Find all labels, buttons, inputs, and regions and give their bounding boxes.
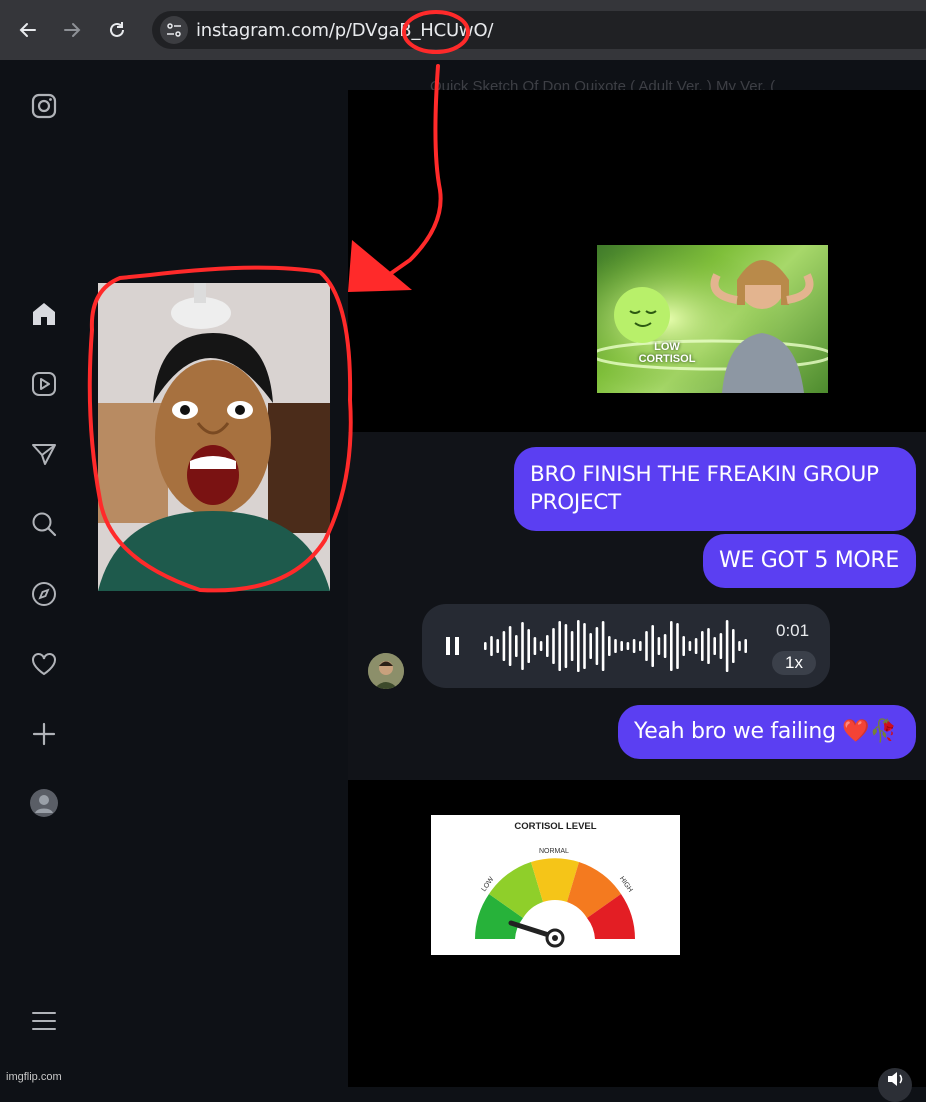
red-annotation-overlay [87, 10, 470, 593]
imgflip-watermark: imgflip.com [6, 1071, 62, 1083]
